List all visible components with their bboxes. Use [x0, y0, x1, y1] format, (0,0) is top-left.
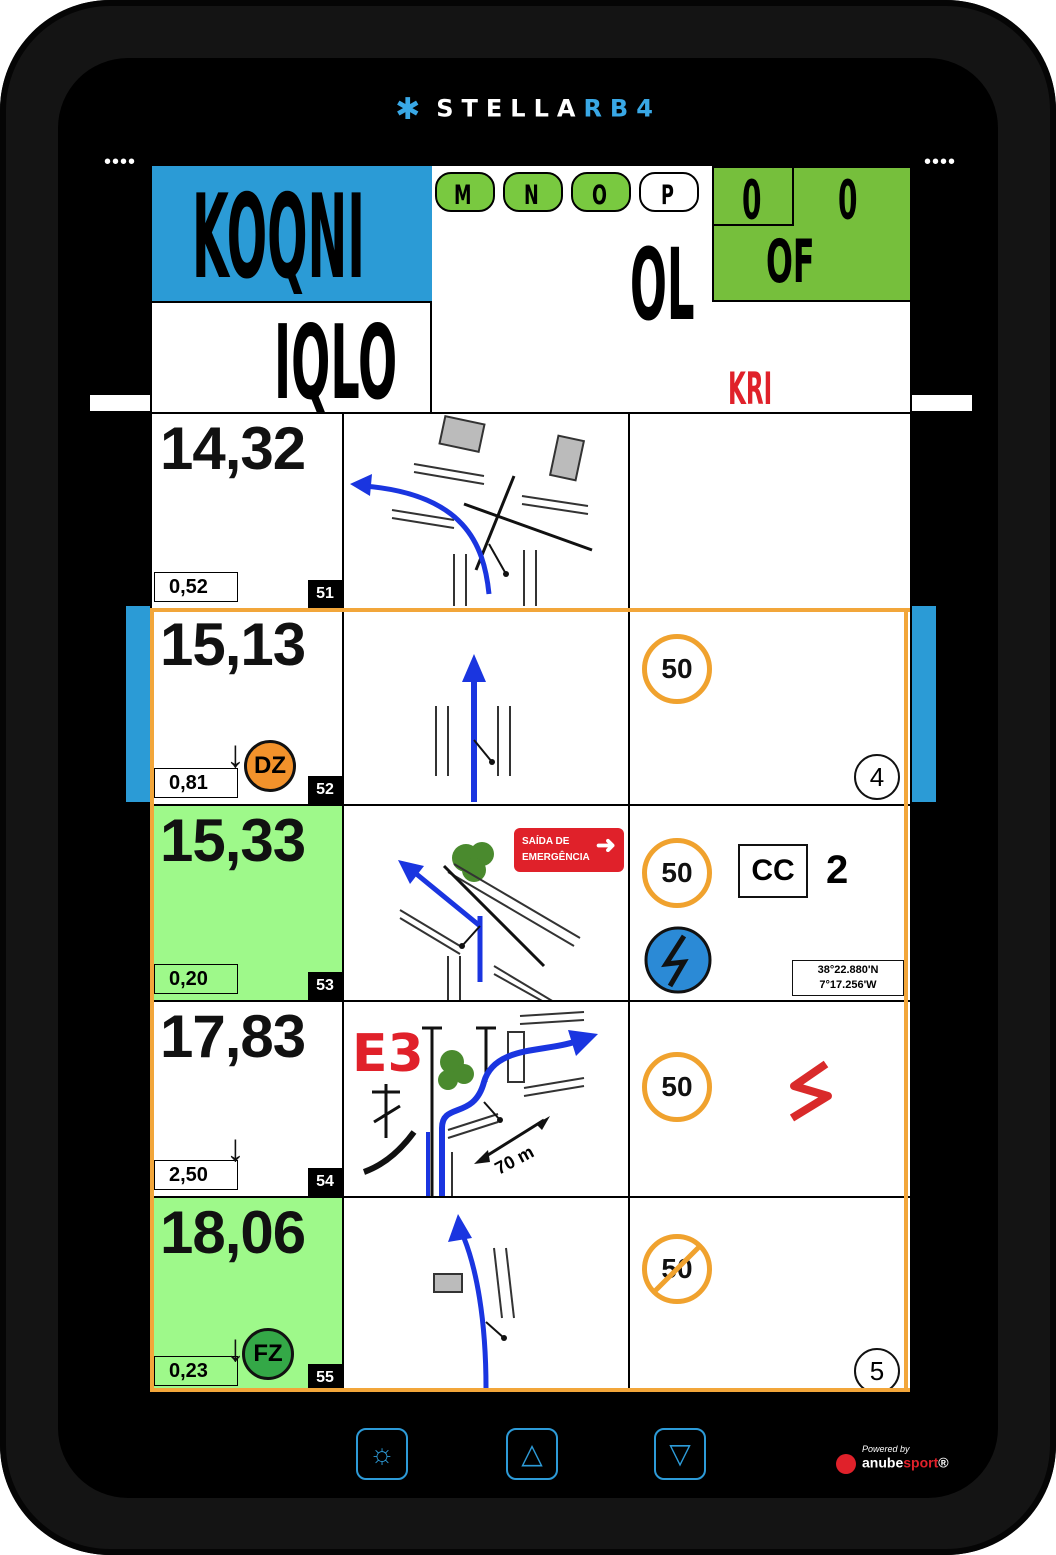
pill-m[interactable]: M: [435, 172, 495, 212]
total-distance: 18,06: [160, 1199, 306, 1266]
tulip-cell: [344, 610, 630, 806]
active-row-right-marker: [912, 606, 936, 802]
brand-prefix: STELLA: [436, 94, 584, 123]
center-code: OL: [630, 226, 695, 343]
active-range-bottom-border: [150, 1388, 910, 1392]
distance-cell: 17,83 2,50 ↓ 54: [150, 1002, 344, 1198]
zone-badge: FZ: [242, 1328, 294, 1380]
step-circle: 4: [854, 754, 900, 800]
scroll-down-button[interactable]: ▽: [654, 1428, 706, 1480]
active-range-top-border: [150, 608, 910, 612]
sun-icon: ☼: [369, 1438, 395, 1469]
roadbook-row-51[interactable]: 14,32 0,52 51: [150, 414, 912, 610]
exit-line-1: SAÍDA DE: [522, 836, 570, 847]
partial-distance: 0,52: [154, 572, 238, 602]
left-indicator-dots: ••••: [104, 151, 137, 173]
distance-cell: 15,33 0,20 53: [150, 806, 344, 1002]
counter-left: 0: [742, 170, 762, 233]
counter-bottom: OF: [766, 228, 815, 297]
powered-by-label: Powered by: [862, 1444, 910, 1454]
pill-n[interactable]: N: [503, 172, 563, 212]
brand-suffix: RB4: [583, 94, 661, 123]
lightning-hazard-icon: [644, 926, 712, 994]
zone-badge: DZ: [244, 740, 296, 792]
red-code: KRI: [728, 362, 773, 416]
down-arrow-icon: ↓: [226, 734, 245, 776]
down-arrow-icon: ↓: [226, 1128, 245, 1170]
exit-arrow-icon: ➜: [595, 832, 616, 859]
counter-left-cell: 0: [714, 168, 794, 232]
notes-cell: [630, 414, 912, 610]
stella-figure-icon: ✱: [395, 92, 429, 127]
cc-box: CC: [738, 844, 808, 898]
box-number: 52: [308, 776, 342, 804]
pill-o[interactable]: O: [571, 172, 631, 212]
tulip-cell: E3 70 m: [344, 1002, 630, 1198]
tulip-cell: SAÍDA DE EMERGÊNCIA ➜: [344, 806, 630, 1002]
notes-cell: 50 4: [630, 610, 912, 806]
speed-limit-sign: 50: [642, 838, 712, 908]
speed-limit-sign: 50: [642, 1052, 712, 1122]
roadbook-row-53[interactable]: 15,33 0,20 53 SAÍDA DE EMERGÊNCIA ➜ 50 C…: [150, 806, 912, 1002]
distance-cell: 14,32 0,52 51: [150, 414, 344, 610]
tulip-diagram-51: [350, 414, 593, 606]
partial-distance: 0,20: [154, 964, 238, 994]
left-header-bar: [90, 395, 152, 411]
speed-limit-sign: 50: [642, 634, 712, 704]
longitude: 7°17.256'W: [819, 979, 877, 991]
sub-code: IQLO: [274, 305, 398, 424]
exit-line-2: EMERGÊNCIA: [522, 852, 590, 863]
scroll-up-button[interactable]: △: [506, 1428, 558, 1480]
total-distance: 14,32: [160, 415, 306, 482]
gps-coordinates: 38°22.880'N 7°17.256'W: [792, 960, 904, 996]
roadbook-header: KOQNI IQLO M N O P OL 0 0 OF KRI: [150, 164, 912, 423]
tulip-cell: [344, 1198, 630, 1394]
e3-marker: E3: [352, 1024, 424, 1084]
box-number: 53: [308, 972, 342, 1000]
tulip-diagram-52: [435, 654, 511, 802]
main-code-panel: KOQNI: [152, 166, 432, 305]
total-distance: 17,83: [160, 1003, 306, 1070]
triangle-down-icon: ▽: [669, 1438, 691, 1469]
anubesport-logo-icon: [836, 1454, 856, 1474]
cc-value: 2: [826, 848, 849, 892]
notes-cell: 50 5: [630, 1198, 912, 1394]
counter-right: 0: [838, 170, 858, 233]
end-limit-strike-icon: [652, 1244, 702, 1294]
latitude: 38°22.880'N: [817, 964, 879, 976]
box-number: 54: [308, 1168, 342, 1196]
right-indicator-dots: ••••: [924, 151, 957, 173]
active-range-left-border: [150, 608, 154, 1392]
distance-cell: 15,13 0,81 ↓ DZ 52: [150, 610, 344, 806]
roadbook-row-52[interactable]: 15,13 0,81 ↓ DZ 52 50 4: [150, 610, 912, 806]
active-range-right-border: [904, 608, 908, 1392]
roadbook-screen: KOQNI IQLO M N O P OL 0 0 OF KRI 14,32 0…: [150, 164, 912, 1394]
powered-by-badge: Powered by anubesport®: [836, 1444, 949, 1474]
roadbook-grid: 14,32 0,52 51 15,13 0,81 ↓ DZ 52 50 4 15…: [150, 414, 912, 1394]
total-distance: 15,13: [160, 611, 306, 678]
pill-p[interactable]: P: [639, 172, 699, 212]
roadbook-row-55[interactable]: 18,06 0,23 ↓ FZ 55 5: [150, 1198, 912, 1394]
notes-cell: 50: [630, 1002, 912, 1198]
active-row-left-marker: [126, 606, 150, 802]
powered-by-name: anubesport®: [836, 1454, 949, 1474]
counter-box: 0 0 OF: [712, 166, 912, 302]
notes-cell: 50 CC 2 38°22.880'N 7°17.256'W: [630, 806, 912, 1002]
brightness-button[interactable]: ☼: [356, 1428, 408, 1480]
main-code: KOQNI: [192, 170, 365, 305]
triangle-up-icon: △: [521, 1438, 543, 1469]
device-brand: ✱ STELLARB4: [0, 92, 1056, 127]
right-header-bar: [912, 395, 972, 411]
box-number: 51: [308, 580, 342, 608]
distance-cell: 18,06 0,23 ↓ FZ 55: [150, 1198, 344, 1394]
emergency-exit-sign: SAÍDA DE EMERGÊNCIA ➜: [514, 828, 624, 872]
roadbook-row-54[interactable]: 17,83 2,50 ↓ 54 E3 70 m 50: [150, 1002, 912, 1198]
tulip-cell: [344, 414, 630, 610]
total-distance: 15,33: [160, 807, 306, 874]
s-curve-icon: [789, 1060, 832, 1122]
sub-code-panel: IQLO: [152, 301, 432, 423]
tulip-diagram-55: [433, 1214, 515, 1389]
